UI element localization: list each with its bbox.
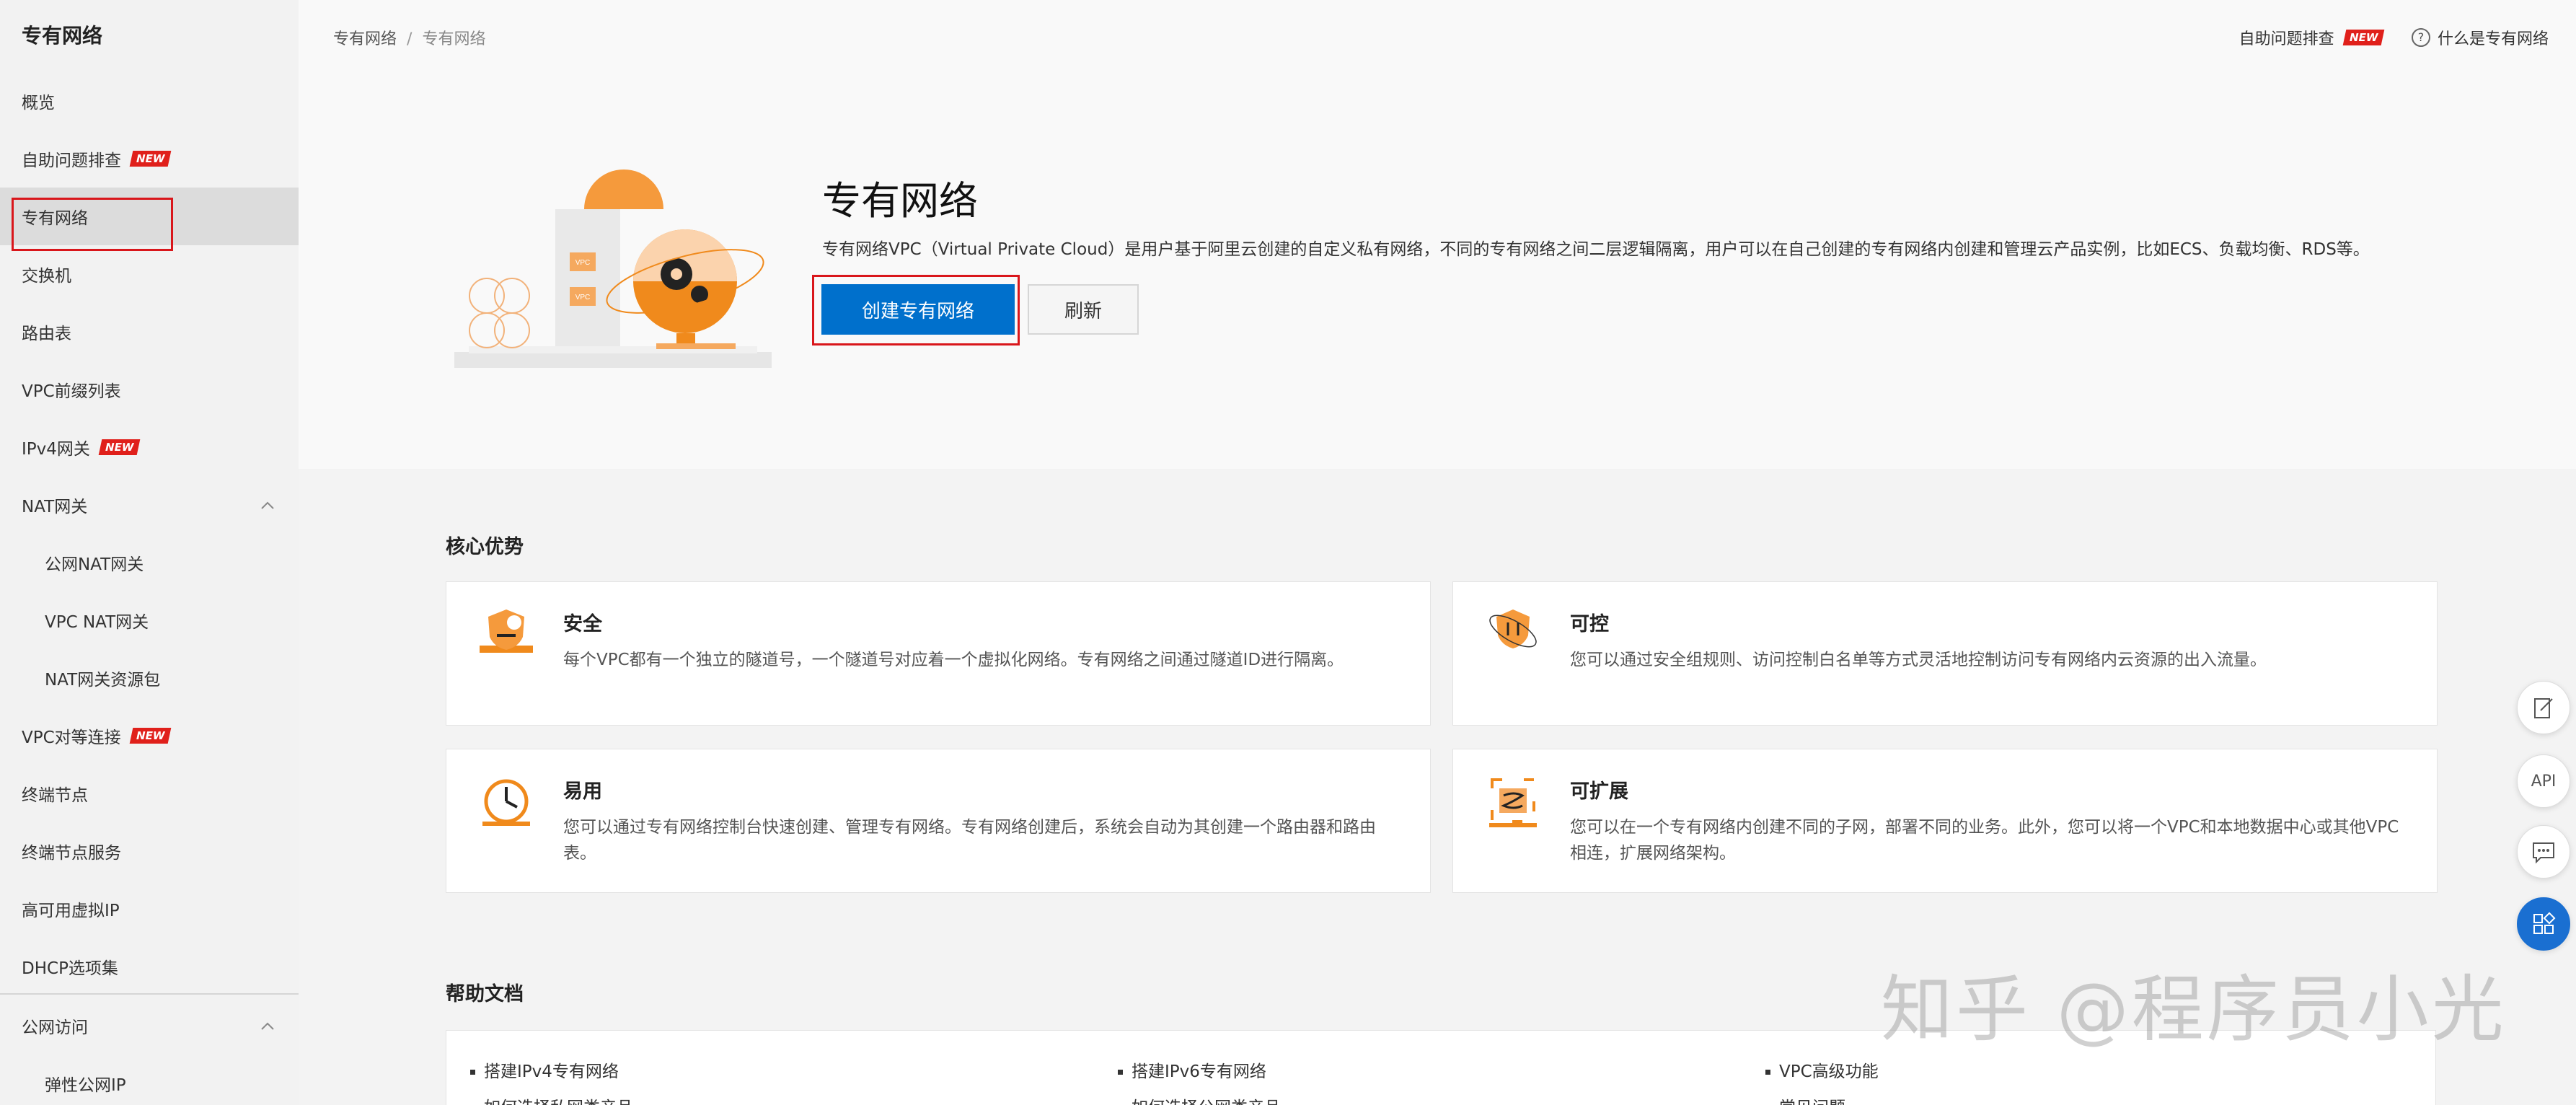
card-description: 您可以在一个专有网络内创建不同的子网，部署不同的业务。此外，您可以将一个VPC和… [1570, 818, 2399, 863]
sidebar-item-label: 终端节点服务 [22, 844, 121, 863]
sidebar-item-label: NAT网关资源包 [45, 671, 161, 690]
troubleshoot-link[interactable]: 自助问题排查 [2239, 26, 2334, 49]
chevron-up-icon [261, 501, 274, 509]
card-description: 您可以通过专有网络控制台快速创建、管理专有网络。专有网络创建后，系统会自动为其创… [563, 818, 1376, 863]
sidebar-item-label: 自助问题排查 [22, 151, 121, 170]
breadcrumb-current: 专有网络 [422, 30, 486, 48]
sidebar-item-label: 弹性公网IP [45, 1076, 126, 1095]
new-badge: NEW [129, 728, 172, 744]
card-title: 易用 [563, 780, 602, 803]
card-description: 您可以通过安全组规则、访问控制白名单等方式灵活地控制访问专有网络内云资源的出入流… [1570, 651, 2267, 669]
sidebar-item-label: 终端节点 [22, 786, 88, 805]
breadcrumb: 专有网络 / 专有网络 [333, 26, 485, 49]
vpc-illustration: VPC VPC [454, 170, 772, 368]
card-title: 可控 [1570, 613, 1609, 635]
chat-icon [2533, 842, 2554, 864]
advantage-card-ease: 易用 您可以通过专有网络控制台快速创建、管理专有网络。专有网络创建后，系统会自动… [446, 749, 1431, 893]
refresh-button[interactable]: 刷新 [1028, 284, 1139, 335]
sidebar-item-troubleshoot[interactable]: 自助问题排查 NEW [0, 130, 299, 188]
sidebar-item-public-nat[interactable]: 公网NAT网关 [0, 534, 299, 591]
sidebar-item-label: NAT网关 [22, 498, 88, 516]
doc-link[interactable]: 常见问题 [1765, 1093, 1845, 1105]
docs-title: 帮助文档 [446, 983, 524, 1005]
advantage-card-scale: 可扩展 您可以在一个专有网络内创建不同的子网，部署不同的业务。此外，您可以将一个… [1452, 749, 2438, 893]
card-title: 可扩展 [1570, 780, 1628, 803]
sidebar-item-label: 公网NAT网关 [45, 555, 144, 574]
new-badge: NEW [98, 439, 141, 455]
expand-icon [1489, 778, 1537, 827]
sidebar-item-label: VPC对等连接 [22, 728, 121, 747]
sidebar-item-prefix-list[interactable]: VPC前缀列表 [0, 361, 299, 418]
top-right-links: 自助问题排查 NEW ? 什么是专有网络 [2239, 26, 2549, 49]
illus-vpc-label-2: VPC [575, 294, 591, 301]
sidebar-item-label: 路由表 [22, 325, 71, 343]
watermark: 知乎 @程序员小光 [1881, 967, 2507, 1052]
help-circle-icon: ? [2411, 28, 2430, 47]
sidebar-item-label: IPv4网关 [22, 440, 90, 459]
sidebar: 专有网络 概览 自助问题排查 NEW 专有网络 交换机 路由表 VPC前缀列表 I… [0, 0, 299, 1105]
sidebar-item-label: VPC NAT网关 [45, 613, 149, 632]
sidebar-item-route-table[interactable]: 路由表 [0, 303, 299, 361]
sidebar-item-vpc-nat[interactable]: VPC NAT网关 [0, 591, 299, 649]
sidebar-item-label: VPC前缀列表 [22, 382, 121, 401]
sidebar-item-label: DHCP选项集 [22, 959, 118, 978]
doc-link[interactable]: 如何选择公网类产品 [1118, 1093, 1281, 1105]
what-is-vpc-link[interactable]: 什么是专有网络 [2438, 26, 2549, 49]
chat-button[interactable] [2517, 825, 2570, 879]
sidebar-item-vswitch[interactable]: 交换机 [0, 245, 299, 303]
controlled-shield-icon [1489, 609, 1537, 648]
sidebar-divider [0, 993, 299, 995]
doc-link[interactable]: VPC高级功能 [1765, 1057, 1879, 1082]
sidebar-item-overview[interactable]: 概览 [0, 72, 299, 130]
sidebar-item-nat-package[interactable]: NAT网关资源包 [0, 649, 299, 707]
advantages-title: 核心优势 [446, 536, 524, 558]
advantage-card-security: 安全 每个VPC都有一个独立的隧道号，一个隧道号对应着一个虚拟化网络。专有网络之… [446, 581, 1431, 726]
sidebar-item-endpoint[interactable]: 终端节点 [0, 765, 299, 822]
doc-link[interactable]: 搭建IPv4专有网络 [470, 1057, 619, 1082]
sidebar-item-label: 交换机 [22, 267, 71, 286]
edit-note-icon [2534, 698, 2553, 718]
shield-icon [480, 609, 533, 653]
sidebar-item-ipv4-gateway[interactable]: IPv4网关 NEW [0, 418, 299, 476]
card-description: 每个VPC都有一个独立的隧道号，一个隧道号对应着一个虚拟化网络。专有网络之间通过… [563, 651, 1344, 669]
sidebar-item-dhcp[interactable]: DHCP选项集 [0, 938, 299, 995]
highlight-box-sidebar [12, 198, 173, 251]
page-title: 专有网络 [822, 178, 978, 224]
page-description: 专有网络VPC（Virtual Private Cloud）是用户基于阿里云创建… [822, 240, 2370, 259]
api-button[interactable]: API [2517, 754, 2570, 808]
sidebar-item-label: 概览 [22, 94, 55, 113]
apps-button[interactable] [2517, 897, 2570, 951]
breadcrumb-separator: / [407, 30, 413, 48]
grid-apps-icon [2533, 912, 2556, 934]
sidebar-item-havip[interactable]: 高可用虚拟IP [0, 880, 299, 938]
chevron-up-icon [261, 1022, 274, 1030]
highlight-box-create [812, 275, 1020, 345]
api-label: API [2531, 772, 2557, 791]
sidebar-title: 专有网络 [22, 24, 103, 48]
sidebar-item-label: 公网访问 [22, 1018, 88, 1037]
breadcrumb-root[interactable]: 专有网络 [333, 30, 397, 48]
sidebar-item-eip[interactable]: 弹性公网IP [0, 1055, 299, 1105]
sidebar-group-nat[interactable]: NAT网关 [0, 476, 299, 534]
feedback-button[interactable] [2517, 681, 2570, 734]
sidebar-item-label: 高可用虚拟IP [22, 902, 120, 920]
advantage-card-control: 可控 您可以通过安全组规则、访问控制白名单等方式灵活地控制访问专有网络内云资源的… [1452, 581, 2438, 726]
new-badge: NEW [2342, 30, 2385, 45]
doc-link[interactable]: 搭建IPv6专有网络 [1118, 1057, 1266, 1082]
new-badge: NEW [129, 151, 172, 167]
sidebar-item-vpc-peering[interactable]: VPC对等连接 NEW [0, 707, 299, 765]
sidebar-group-public-access[interactable]: 公网访问 [0, 997, 299, 1055]
timer-icon [482, 779, 530, 826]
illus-vpc-label-1: VPC [575, 259, 591, 267]
card-title: 安全 [563, 613, 602, 635]
sidebar-item-endpoint-service[interactable]: 终端节点服务 [0, 822, 299, 880]
doc-link[interactable]: 如何选择私网类产品 [470, 1093, 633, 1105]
